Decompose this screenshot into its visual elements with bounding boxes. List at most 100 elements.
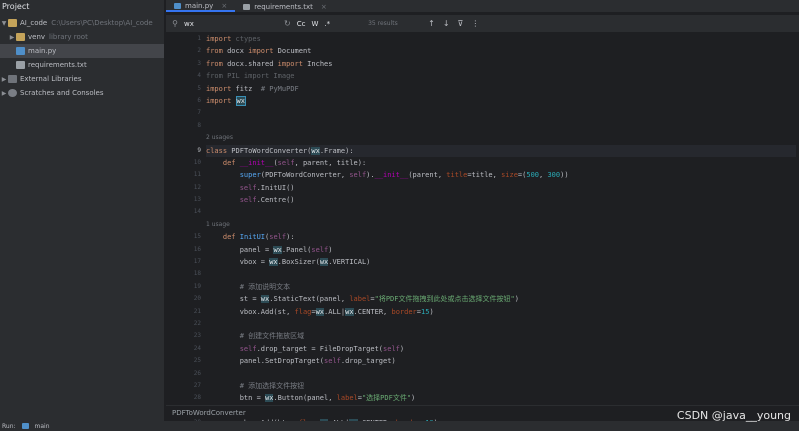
- project-tree: ▼ AI_code C:\Users\PC\Desktop\AI_code ▶ …: [0, 14, 164, 100]
- tree-item-requirements[interactable]: requirements.txt: [0, 58, 164, 72]
- find-navigation: ↑ ↓ ⊽ ⋮: [428, 19, 479, 28]
- find-bar: ⚲ wx ↻ Cc W .* 35 results ↑ ↓ ⊽ ⋮: [166, 15, 799, 33]
- tree-item-external-libraries[interactable]: ▶ External Libraries: [0, 72, 164, 86]
- code-view[interactable]: import ctypes from docx import Document …: [206, 33, 796, 428]
- project-panel: Project ▼ AI_code C:\Users\PC\Desktop\AI…: [0, 0, 165, 421]
- tree-item-venv[interactable]: ▶ venv library root: [0, 30, 164, 44]
- line-number: 13: [193, 196, 201, 204]
- watermark: CSDN @java__young: [676, 409, 791, 422]
- tree-item-scratches[interactable]: ▶ Scratches and Consoles: [0, 86, 164, 100]
- line-number-gutter: 1 2 3 4 5 6 7 8 9 10 11 12 13 14 15 16 17 18 19 20 21 22 23 24 2…: [166, 33, 206, 426]
- code-line: from PIL import Image: [206, 72, 295, 81]
- code-line: super(PDFToWordConverter, self).__init__…: [239, 171, 569, 180]
- tree-item-label: Scratches and Consoles: [20, 89, 104, 97]
- code-line: # 添加说明文本: [239, 282, 291, 291]
- line-number: 27: [193, 381, 201, 389]
- line-number: 16: [193, 245, 201, 253]
- line-number: 2: [197, 47, 201, 55]
- line-number: 6: [197, 96, 201, 104]
- project-panel-title[interactable]: Project: [0, 0, 164, 14]
- tree-item-label: requirements.txt: [28, 61, 87, 69]
- chevron-right-icon[interactable]: ▶: [0, 90, 8, 97]
- tree-item-path: C:\Users\PC\Desktop\AI_code: [51, 19, 153, 27]
- clear-icon[interactable]: ↻: [284, 19, 291, 28]
- match-case-toggle[interactable]: Cc: [297, 20, 306, 28]
- folder-icon: [8, 19, 17, 27]
- tab-main-py[interactable]: main.py ×: [166, 0, 236, 12]
- python-file-icon: [21, 423, 29, 429]
- line-number: 21: [193, 307, 201, 315]
- python-file-icon: [16, 47, 25, 55]
- code-line: from docx.shared import Inches: [206, 59, 333, 68]
- text-file-icon: [243, 3, 251, 10]
- code-line: import fitz # PyMuPDF: [206, 84, 299, 93]
- regex-toggle[interactable]: .*: [324, 20, 330, 28]
- code-line: self.InitUI(): [239, 183, 295, 192]
- code-line: self.Centre(): [239, 196, 295, 205]
- code-line: import wx: [206, 95, 246, 106]
- line-number: 24: [193, 344, 201, 352]
- chevron-right-icon[interactable]: ▶: [8, 34, 16, 41]
- line-number: 8: [197, 121, 201, 129]
- whole-word-toggle[interactable]: W: [311, 20, 318, 28]
- run-config-tab[interactable]: main: [35, 423, 50, 430]
- run-label: Run:: [2, 422, 16, 430]
- code-line: st = wx.StaticText(panel, label="将PDF文件拖…: [206, 295, 519, 304]
- line-number: 10: [193, 158, 201, 166]
- arrow-up-icon[interactable]: ↑: [428, 19, 435, 28]
- usages-hint[interactable]: 1 usage: [206, 219, 796, 231]
- code-line: panel = wx.Panel(self): [206, 245, 333, 254]
- run-bar: Run: main: [0, 421, 799, 431]
- chevron-right-icon[interactable]: ▶: [0, 76, 8, 83]
- line-number: 4: [197, 72, 201, 80]
- line-number: 28: [193, 394, 201, 402]
- close-icon[interactable]: ×: [321, 3, 327, 11]
- line-number: [166, 132, 206, 144]
- line-number: 12: [193, 183, 201, 191]
- arrow-down-icon[interactable]: ↓: [443, 19, 450, 28]
- line-number: 22: [193, 319, 201, 327]
- filter-icon[interactable]: ⊽: [458, 19, 464, 28]
- line-number: 20: [193, 295, 201, 303]
- find-input[interactable]: wx: [184, 20, 284, 28]
- tab-label: requirements.txt: [254, 2, 313, 11]
- line-number: 23: [193, 332, 201, 340]
- code-line: def InitUI(self):: [222, 233, 295, 242]
- line-number: 15: [193, 233, 201, 241]
- folder-icon: [16, 33, 25, 41]
- python-file-icon: [174, 2, 181, 9]
- tab-label: main.py: [185, 1, 214, 10]
- line-number: [166, 219, 206, 231]
- chevron-down-icon[interactable]: ▼: [0, 20, 8, 27]
- code-line: class PDFToWordConverter(wx.Frame):: [206, 144, 796, 157]
- code-line: import ctypes: [206, 35, 261, 43]
- tree-item-ai-code[interactable]: ▼ AI_code C:\Users\PC\Desktop\AI_code: [0, 16, 164, 30]
- tree-item-main-py[interactable]: main.py: [0, 44, 164, 58]
- line-number: 17: [193, 258, 201, 266]
- line-number: 18: [193, 270, 201, 278]
- line-number: 26: [193, 369, 201, 377]
- more-icon[interactable]: ⋮: [471, 19, 479, 28]
- line-number: 9: [197, 146, 201, 154]
- tab-requirements[interactable]: requirements.txt ×: [235, 0, 335, 12]
- line-number: 1: [197, 35, 201, 42]
- line-number: 5: [197, 84, 201, 92]
- usages-hint[interactable]: 2 usages: [206, 132, 796, 144]
- code-line: panel.SetDropTarget(self.drop_target): [206, 357, 396, 366]
- code-line: self.drop_target = FileDropTarget(self): [239, 344, 405, 353]
- find-results-count: 35 results: [368, 20, 398, 27]
- search-icon[interactable]: ⚲: [166, 19, 184, 28]
- tree-item-label: venv: [28, 33, 46, 41]
- tree-item-label: External Libraries: [20, 75, 82, 83]
- line-number: 25: [193, 357, 201, 365]
- code-line: # 添加选择文件按钮: [239, 381, 305, 390]
- editor-area: main.py × requirements.txt × ⚲ wx ↻ Cc W…: [166, 0, 799, 428]
- tree-item-label: main.py: [28, 47, 57, 55]
- close-icon[interactable]: ×: [221, 2, 227, 10]
